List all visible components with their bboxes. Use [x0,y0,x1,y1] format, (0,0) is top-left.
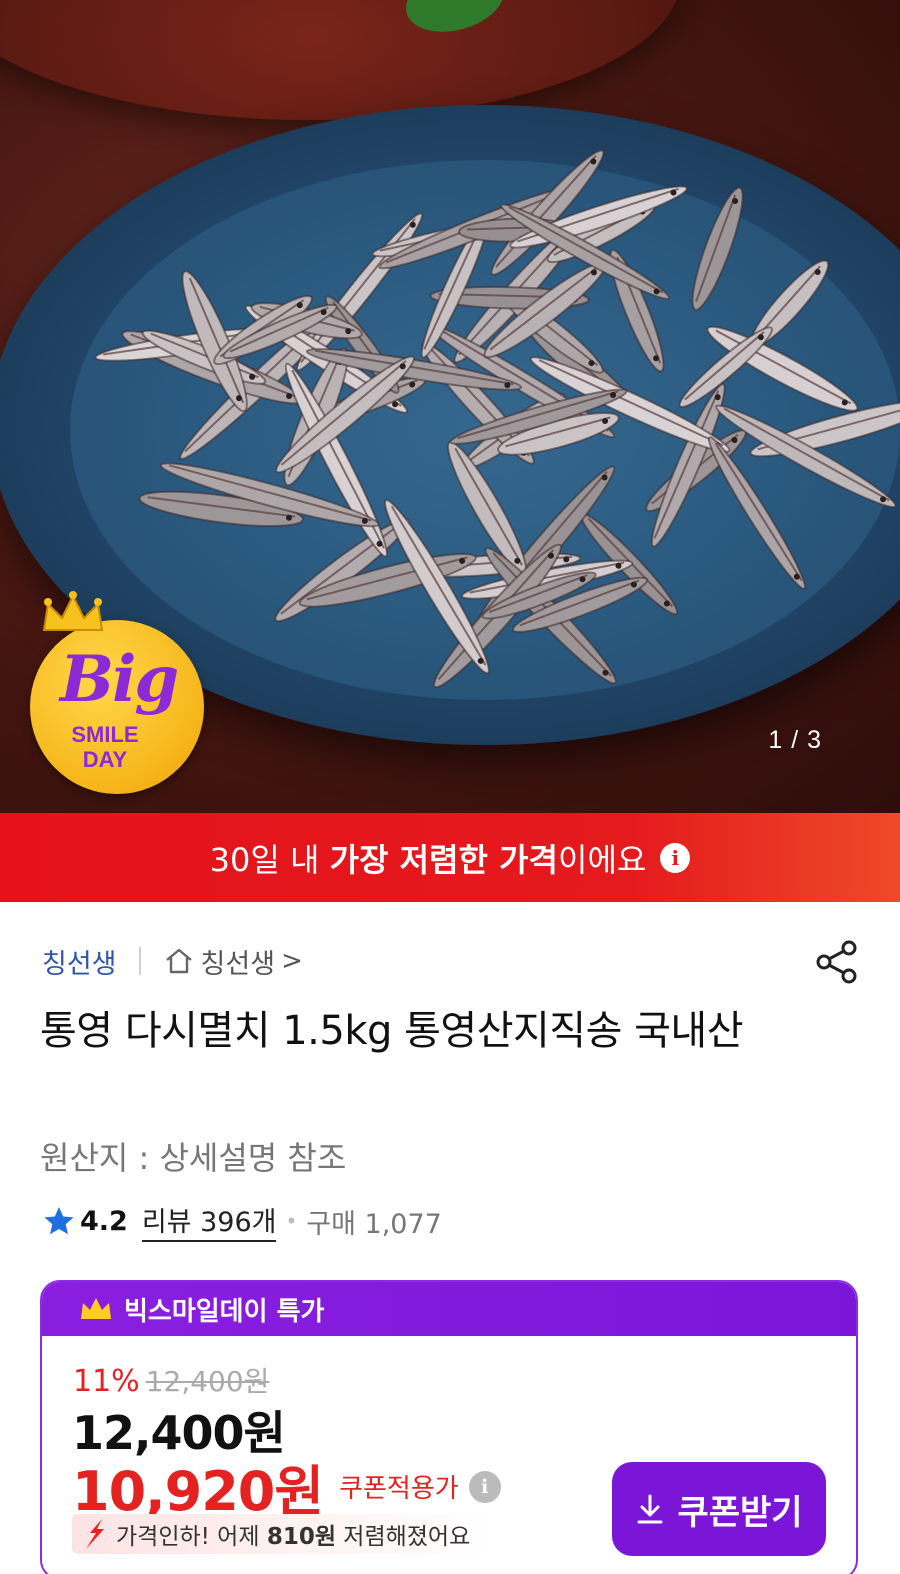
purchase-count: 구매 1,077 [306,1208,442,1240]
product-title: 통영 다시멸치 1.5kg 통영산지직송 국내산 [40,1008,744,1054]
badge-day-text: DAY [82,747,128,772]
store-link[interactable]: 칭선생 [201,942,276,981]
rating-value: 4.2 [80,1205,128,1237]
star-icon [44,1207,74,1235]
brand-link[interactable]: 칭선생 [42,942,117,981]
badge-smile-text: SMILE [71,722,139,747]
get-coupon-button[interactable]: 쿠폰받기 [612,1462,826,1556]
image-page-counter: 1 / 3 [768,726,822,754]
price-drop-notice: 가격인하! 어제 810원 저렴해졌어요 [72,1514,492,1554]
badge-big-text: Big [60,642,179,717]
rating-row: 4.2 리뷰 396개 • 구매 1,077 [42,1200,442,1242]
anchovy-shape [691,186,744,311]
price-drop-suffix: 저렴해졌어요 [335,1524,471,1550]
banner-suffix: 이에요 [558,840,647,879]
lowest-price-banner[interactable]: 30일 내 가장 저렴한 가격 이에요 i [0,813,900,902]
seller-row: 칭선생 칭선생 > [42,940,303,982]
banner-prefix: 30일 내 [209,840,330,879]
coupon-price-label: 쿠폰적용가 [339,1474,459,1504]
down-arrow-icon [86,1519,104,1549]
discount-rate: 11% [73,1364,140,1399]
divider [138,947,141,975]
download-icon [637,1494,663,1524]
special-price-card: 빅스마일데이 특가 11% 12,400원 12,400원 10,920원 쿠폰… [40,1280,858,1574]
info-icon[interactable]: i [660,842,691,873]
review-link[interactable]: 리뷰 396개 [141,1200,277,1242]
discount-row: 11% 12,400원 [73,1360,269,1400]
info-icon[interactable]: i [468,1470,501,1503]
special-price-header: 빅스마일데이 특가 [42,1282,856,1336]
price-drop-prefix: 가격인하! 어제 [116,1524,267,1550]
price-drop-amount: 810원 [266,1524,336,1550]
crown-icon [81,1298,111,1319]
share-icon[interactable] [814,938,860,986]
crown-icon [42,591,104,631]
banner-highlight: 가장 저렴한 가격 [329,840,558,879]
origin-info: 원산지 : 상세설명 참조 [40,1139,347,1177]
special-price-title: 빅스마일데이 특가 [124,1296,325,1327]
original-price: 12,400원 [145,1365,270,1398]
home-icon[interactable] [163,945,195,977]
big-smile-day-badge: Big SMILE DAY [30,590,210,795]
chevron-right-icon: > [281,946,303,976]
product-image-carousel[interactable]: Big SMILE DAY 1 / 3 [0,0,900,813]
get-coupon-label: 쿠폰받기 [677,1493,803,1532]
dot-separator: • [285,1209,298,1233]
